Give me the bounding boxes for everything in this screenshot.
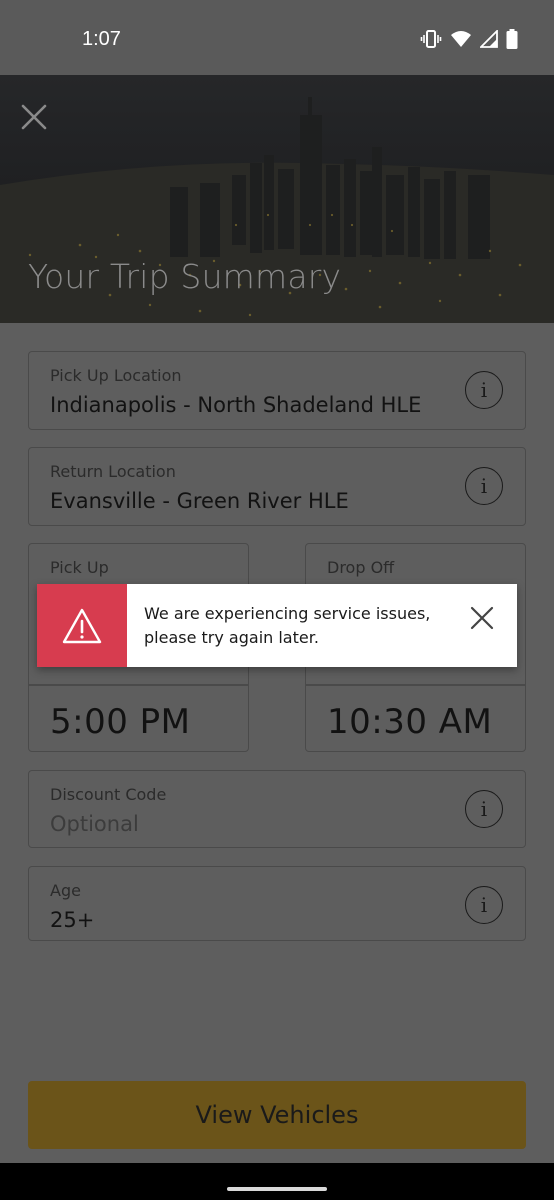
view-vehicles-button[interactable]: View Vehicles	[28, 1081, 526, 1149]
home-gesture-handle[interactable]	[227, 1187, 327, 1191]
age-label: Age	[50, 881, 81, 900]
info-icon[interactable]: i	[465, 886, 503, 924]
discount-code-field[interactable]: Discount Code Optional i	[28, 770, 526, 848]
wifi-icon	[451, 31, 471, 47]
close-icon[interactable]	[18, 101, 50, 133]
pickup-location-value: Indianapolis - North Shadeland HLE	[50, 393, 422, 417]
page-title: Your Trip Summary	[28, 257, 342, 296]
close-icon[interactable]	[467, 603, 497, 633]
discount-code-label: Discount Code	[50, 785, 167, 804]
pickup-divider	[29, 684, 248, 686]
pickup-time[interactable]: 5:00 PM	[50, 702, 191, 742]
vibrate-icon	[420, 30, 442, 48]
info-icon[interactable]: i	[465, 790, 503, 828]
toast-accent	[37, 584, 127, 667]
age-value: 25+	[50, 908, 95, 932]
dropoff-label: Drop Off	[327, 558, 395, 577]
status-time: 1:07	[82, 28, 121, 50]
status-icons	[420, 28, 518, 50]
info-icon[interactable]: i	[465, 371, 503, 409]
pickup-label: Pick Up	[50, 558, 109, 577]
toast-message: We are experiencing service issues, plea…	[144, 604, 431, 647]
battery-icon	[506, 29, 518, 49]
info-icon[interactable]: i	[465, 467, 503, 505]
hero-header: Your Trip Summary	[0, 75, 554, 323]
return-location-field[interactable]: Return Location Evansville - Green River…	[28, 447, 526, 526]
return-location-label: Return Location	[50, 462, 176, 481]
age-field[interactable]: Age 25+ i	[28, 866, 526, 941]
signal-icon	[480, 30, 498, 48]
error-toast: We are experiencing service issues, plea…	[37, 584, 517, 667]
warning-icon	[62, 608, 102, 643]
navigation-bar	[0, 1163, 554, 1200]
discount-code-input[interactable]: Optional	[50, 812, 139, 836]
pickup-location-label: Pick Up Location	[50, 366, 182, 385]
pickup-location-field[interactable]: Pick Up Location Indianapolis - North Sh…	[28, 351, 526, 430]
dropoff-divider	[306, 684, 525, 686]
return-location-value: Evansville - Green River HLE	[50, 489, 349, 513]
status-bar: 1:07	[0, 0, 554, 75]
dropoff-time[interactable]: 10:30 AM	[327, 702, 492, 742]
